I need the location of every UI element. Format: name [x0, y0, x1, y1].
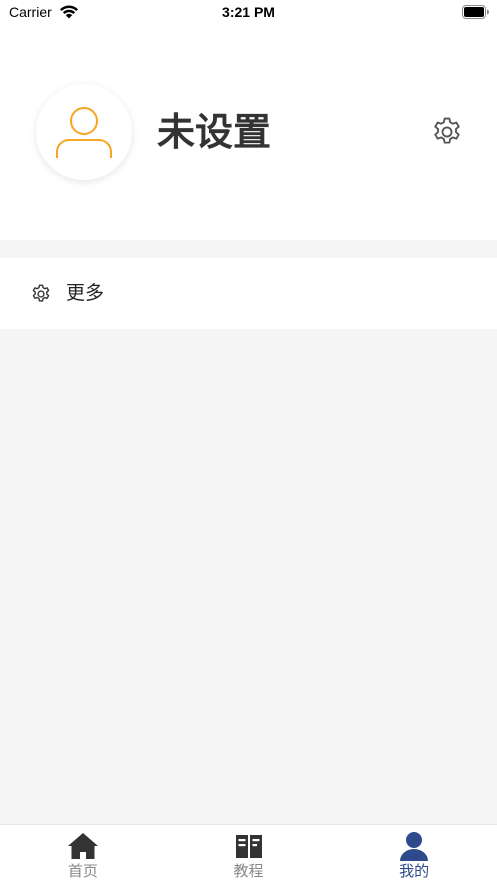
- gear-icon: [32, 284, 50, 302]
- profile-header: 未设置: [0, 26, 497, 240]
- home-icon: [67, 833, 98, 859]
- tab-mine[interactable]: 我的: [331, 825, 497, 883]
- tab-tutorial[interactable]: 教程: [166, 825, 332, 883]
- tab-tutorial-label: 教程: [233, 862, 264, 880]
- settings-gear-icon[interactable]: [430, 115, 464, 149]
- menu-item-label: 更多: [66, 282, 105, 304]
- status-bar: Carrier 3:21 PM: [0, 0, 497, 26]
- tab-bar: 首页 教程 我的: [0, 824, 497, 883]
- user-icon: [400, 832, 429, 861]
- tab-mine-label: 我的: [399, 862, 430, 880]
- profile-name: 未设置: [157, 110, 272, 154]
- book-icon: [235, 835, 262, 858]
- user-avatar-icon: [56, 107, 112, 158]
- status-time: 3:21 PM: [222, 4, 275, 20]
- tab-home[interactable]: 首页: [0, 825, 166, 883]
- menu-item-more[interactable]: 更多: [0, 258, 497, 329]
- battery-icon: [462, 5, 489, 19]
- avatar[interactable]: [36, 84, 132, 180]
- tab-home-label: 首页: [67, 862, 98, 880]
- menu-section: 更多: [0, 258, 497, 329]
